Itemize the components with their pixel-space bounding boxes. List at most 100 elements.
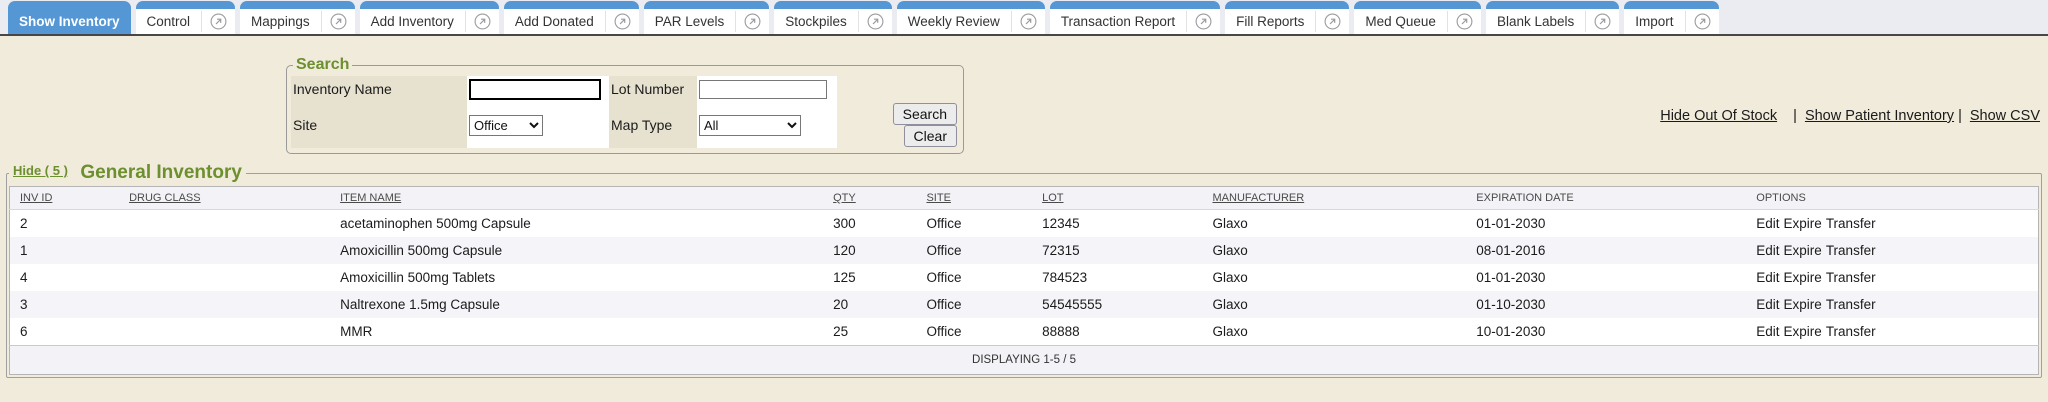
cell-qty: 300 bbox=[823, 210, 916, 238]
nav-tab-label: Control bbox=[136, 9, 202, 34]
edit-link[interactable]: Edit bbox=[1756, 324, 1779, 339]
nav-tab[interactable]: Blank Labels bbox=[1486, 1, 1619, 34]
edit-link[interactable]: Edit bbox=[1756, 243, 1779, 258]
inventory-name-input[interactable] bbox=[469, 79, 601, 100]
search-form: Inventory Name Lot Number Site Office Ma… bbox=[291, 76, 959, 148]
nav-tab[interactable]: Show Inventory bbox=[8, 1, 131, 34]
external-link-icon[interactable] bbox=[1448, 9, 1481, 34]
external-link-icon[interactable] bbox=[859, 9, 892, 34]
sort-column-link[interactable]: LOT bbox=[1042, 192, 1063, 204]
column-header: LOT bbox=[1032, 187, 1202, 210]
cell-lot: 72315 bbox=[1032, 237, 1202, 264]
nav-tab[interactable]: PAR Levels bbox=[644, 1, 770, 34]
external-link-icon[interactable] bbox=[1187, 9, 1220, 34]
cell-drug-class bbox=[119, 210, 330, 238]
site-select[interactable]: Office bbox=[469, 115, 543, 136]
nav-tab-label: Med Queue bbox=[1354, 9, 1447, 34]
column-header: QTY bbox=[823, 187, 916, 210]
hide-out-of-stock-link[interactable]: Hide Out Of Stock bbox=[1660, 108, 1777, 124]
edit-link[interactable]: Edit bbox=[1756, 270, 1779, 285]
column-header: DRUG CLASS bbox=[119, 187, 330, 210]
transfer-link[interactable]: Transfer bbox=[1826, 297, 1876, 312]
nav-tab-label: Mappings bbox=[240, 9, 321, 34]
external-link-icon[interactable] bbox=[202, 9, 235, 34]
expire-link[interactable]: Expire bbox=[1784, 243, 1822, 258]
external-link-icon[interactable] bbox=[1316, 9, 1349, 34]
nav-tab[interactable]: Med Queue bbox=[1354, 1, 1481, 34]
cell-site: Office bbox=[916, 318, 1032, 346]
cell-expiration-date: 08-01-2016 bbox=[1466, 237, 1746, 264]
external-link-icon[interactable] bbox=[736, 9, 769, 34]
search-panel-title: Search bbox=[293, 56, 352, 74]
transfer-link[interactable]: Transfer bbox=[1826, 216, 1876, 231]
inventory-name-label: Inventory Name bbox=[291, 76, 467, 102]
cell-drug-class bbox=[119, 264, 330, 291]
search-button[interactable]: Search bbox=[893, 103, 957, 125]
nav-tab[interactable]: Mappings bbox=[240, 1, 355, 34]
cell-inv-id: 1 bbox=[10, 237, 120, 264]
cell-item-name: acetaminophen 500mg Capsule bbox=[330, 210, 823, 238]
cell-site: Office bbox=[916, 291, 1032, 318]
map-type-select[interactable]: All bbox=[699, 115, 801, 136]
cell-options: Edit Expire Transfer bbox=[1746, 291, 2038, 318]
transfer-link[interactable]: Transfer bbox=[1826, 243, 1876, 258]
nav-tab[interactable]: Stockpiles bbox=[774, 1, 892, 34]
edit-link[interactable]: Edit bbox=[1756, 297, 1779, 312]
column-header: ITEM NAME bbox=[330, 187, 823, 210]
cell-lot: 88888 bbox=[1032, 318, 1202, 346]
transfer-link[interactable]: Transfer bbox=[1826, 324, 1876, 339]
show-csv-link[interactable]: Show CSV bbox=[1970, 108, 2040, 124]
nav-tab-label: Import bbox=[1624, 9, 1684, 34]
nav-tab-label: Fill Reports bbox=[1225, 9, 1315, 34]
cell-site: Office bbox=[916, 237, 1032, 264]
transfer-link[interactable]: Transfer bbox=[1826, 270, 1876, 285]
cell-item-name: Amoxicillin 500mg Tablets bbox=[330, 264, 823, 291]
nav-tab[interactable]: Transaction Report bbox=[1050, 1, 1220, 34]
external-link-icon[interactable] bbox=[1012, 9, 1045, 34]
nav-tab-label: Stockpiles bbox=[774, 9, 858, 34]
view-links: Hide Out Of Stock | Show Patient Invento… bbox=[1660, 108, 2040, 124]
cell-qty: 20 bbox=[823, 291, 916, 318]
sort-column-link[interactable]: MANUFACTURER bbox=[1213, 192, 1305, 204]
expire-link[interactable]: Expire bbox=[1784, 270, 1822, 285]
sort-column-link[interactable]: INV ID bbox=[20, 192, 52, 204]
sort-column-link[interactable]: QTY bbox=[833, 192, 856, 204]
show-patient-inventory-link[interactable]: Show Patient Inventory bbox=[1805, 108, 1954, 124]
cell-inv-id: 4 bbox=[10, 264, 120, 291]
nav-tab[interactable]: Add Donated bbox=[504, 1, 639, 34]
hide-count-link[interactable]: Hide ( 5 ) bbox=[13, 163, 68, 178]
cell-manufacturer: Glaxo bbox=[1203, 318, 1467, 346]
cell-manufacturer: Glaxo bbox=[1203, 291, 1467, 318]
cell-expiration-date: 01-01-2030 bbox=[1466, 264, 1746, 291]
external-link-icon[interactable] bbox=[1686, 9, 1719, 34]
cell-qty: 25 bbox=[823, 318, 916, 346]
expire-link[interactable]: Expire bbox=[1784, 324, 1822, 339]
nav-tab[interactable]: Fill Reports bbox=[1225, 1, 1349, 34]
external-link-icon[interactable] bbox=[322, 9, 355, 34]
table-row: 6 MMR 25 Office 88888 Glaxo 10-01-2030 E… bbox=[10, 318, 2039, 346]
nav-tab[interactable]: Import bbox=[1624, 1, 1718, 34]
external-link-icon[interactable] bbox=[1586, 9, 1619, 34]
sort-column-link[interactable]: ITEM NAME bbox=[340, 192, 401, 204]
sort-column-link[interactable]: DRUG CLASS bbox=[129, 192, 201, 204]
clear-button[interactable]: Clear bbox=[904, 125, 957, 147]
cell-options: Edit Expire Transfer bbox=[1746, 264, 2038, 291]
external-link-icon[interactable] bbox=[606, 9, 639, 34]
cell-expiration-date: 10-01-2030 bbox=[1466, 318, 1746, 346]
nav-tab-label: Weekly Review bbox=[897, 9, 1011, 34]
external-link-icon[interactable] bbox=[466, 9, 499, 34]
nav-tab[interactable]: Weekly Review bbox=[897, 1, 1045, 34]
nav-tab-label: Blank Labels bbox=[1486, 9, 1585, 34]
edit-link[interactable]: Edit bbox=[1756, 216, 1779, 231]
cell-options: Edit Expire Transfer bbox=[1746, 210, 2038, 238]
general-inventory-legend: Hide ( 5 ) General Inventory bbox=[9, 162, 246, 184]
nav-tab[interactable]: Control bbox=[136, 1, 236, 34]
cell-manufacturer: Glaxo bbox=[1203, 264, 1467, 291]
lot-number-input[interactable] bbox=[699, 80, 827, 99]
sort-column-link[interactable]: SITE bbox=[926, 192, 950, 204]
cell-inv-id: 3 bbox=[10, 291, 120, 318]
expire-link[interactable]: Expire bbox=[1784, 297, 1822, 312]
nav-tab-label: Transaction Report bbox=[1050, 9, 1186, 34]
nav-tab[interactable]: Add Inventory bbox=[360, 1, 499, 34]
expire-link[interactable]: Expire bbox=[1784, 216, 1822, 231]
